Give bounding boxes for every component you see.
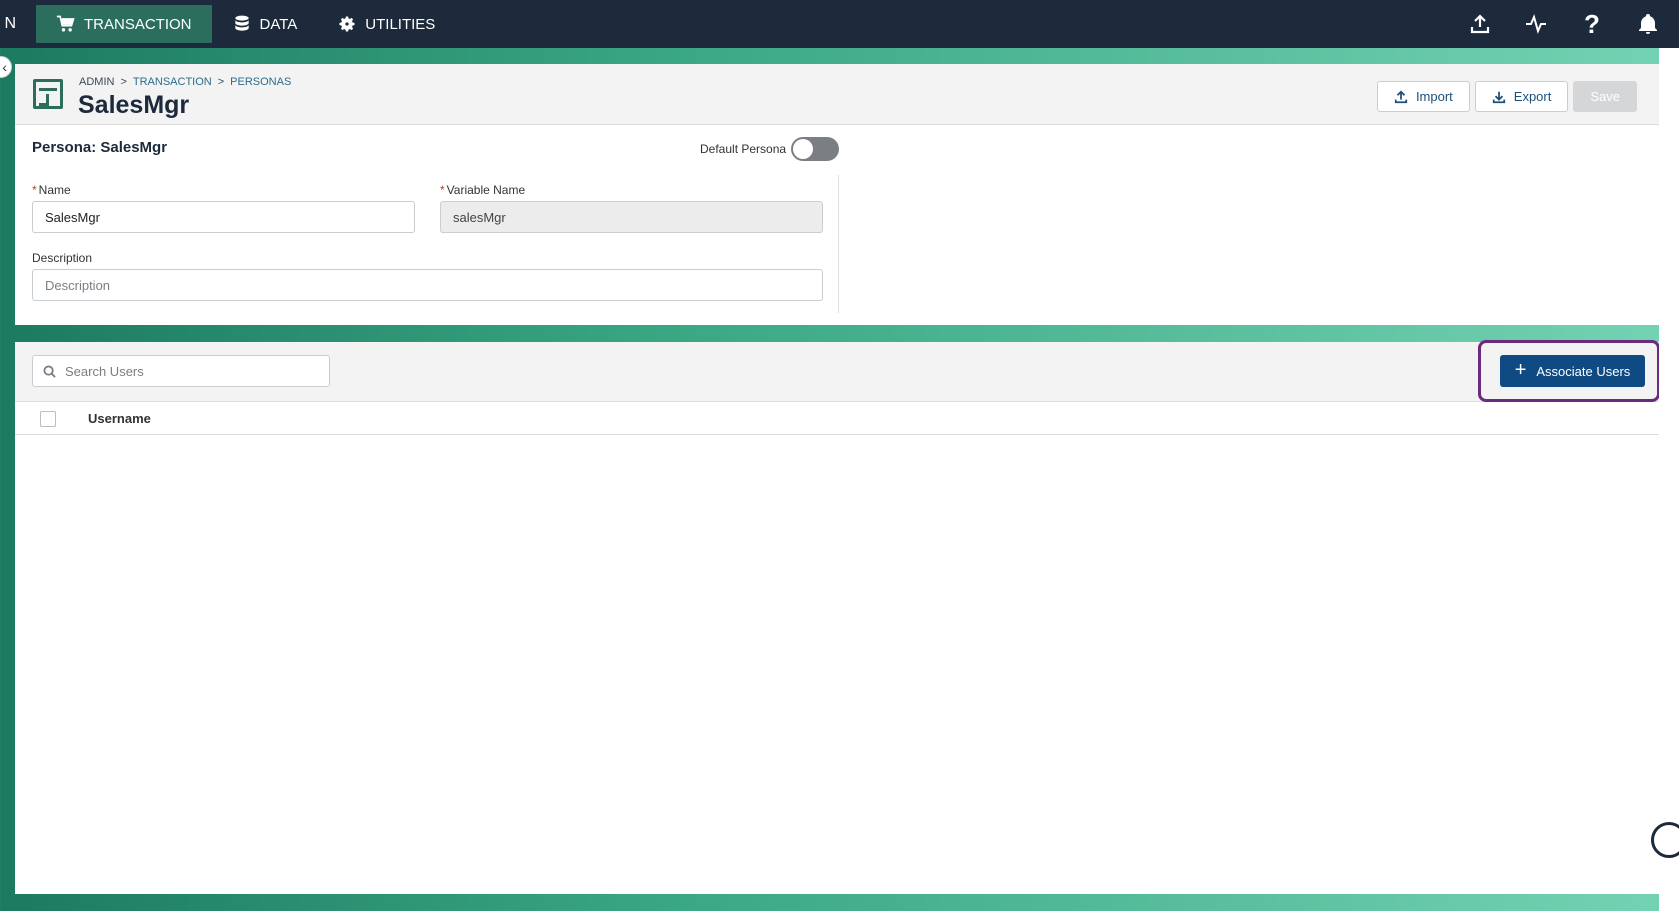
breadcrumb-transaction[interactable]: TRANSACTION <box>133 76 212 88</box>
nav-item-label: UTILITIES <box>365 15 436 33</box>
cart-icon <box>56 15 75 32</box>
header-actions: Import Export Save <box>1376 81 1637 112</box>
database-icon <box>234 15 249 31</box>
import-button[interactable]: Import <box>1376 81 1470 112</box>
breadcrumb: ADMIN > TRANSACTION > PERSONAS <box>79 76 291 88</box>
breadcrumb-personas[interactable]: PERSONAS <box>230 76 291 88</box>
users-table-header: Username <box>15 402 1659 435</box>
column-header-username[interactable]: Username <box>88 411 151 426</box>
nav-item-label: DATA <box>259 15 298 33</box>
save-label: Save <box>1590 89 1620 104</box>
description-field[interactable]: Description <box>32 269 823 301</box>
associate-users-label: Associate Users <box>1536 363 1631 379</box>
name-label-text: Name <box>38 183 71 197</box>
help-glyph: ? <box>1584 9 1600 39</box>
breadcrumb-separator: > <box>120 76 127 88</box>
bell-icon[interactable] <box>1635 11 1661 37</box>
upload-icon <box>1394 90 1408 103</box>
variable-name-field: salesMgr <box>440 201 823 233</box>
search-icon <box>43 364 56 378</box>
page-title: SalesMgr <box>78 91 190 119</box>
save-button[interactable]: Save <box>1573 81 1637 112</box>
required-marker: * <box>32 183 37 197</box>
form-divider <box>838 175 839 313</box>
description-placeholder: Description <box>45 277 111 293</box>
nav-item-label: TRANSACTION <box>84 15 192 33</box>
activity-icon[interactable] <box>1523 11 1549 37</box>
default-persona-toggle[interactable] <box>791 137 839 161</box>
nav-right-icons: ? <box>1467 11 1679 37</box>
users-panel: Search Users + Associate Users Username <box>15 340 1660 894</box>
page-header: ADMIN > TRANSACTION > PERSONAS SalesMgr … <box>15 64 1659 125</box>
select-all-checkbox[interactable] <box>40 411 56 427</box>
variable-name-value: salesMgr <box>453 209 506 225</box>
name-field[interactable]: SalesMgr <box>32 201 415 233</box>
required-marker: * <box>440 183 445 197</box>
associate-users-button[interactable]: + Associate Users <box>1500 355 1645 387</box>
layout-icon <box>33 79 63 109</box>
chat-launcher-icon[interactable] <box>1651 822 1679 858</box>
nav-item-transaction[interactable]: TRANSACTION <box>36 5 212 43</box>
nav-item-utilities[interactable]: UTILITIES <box>317 5 455 43</box>
search-users-input[interactable]: Search Users <box>32 355 330 387</box>
name-label: * Name <box>32 183 71 197</box>
upload-icon[interactable] <box>1467 11 1493 37</box>
name-value: SalesMgr <box>45 209 100 225</box>
nav-item-data[interactable]: DATA <box>212 5 318 43</box>
users-toolbar: Search Users + Associate Users <box>15 340 1660 402</box>
nav-item-truncated[interactable]: N <box>0 15 20 33</box>
search-placeholder: Search Users <box>65 363 144 379</box>
sidebar-collapse-button[interactable]: ‹ <box>0 56 12 78</box>
download-icon <box>1492 91 1505 103</box>
variable-name-label: * Variable Name <box>440 183 525 197</box>
gear-icon <box>339 16 355 32</box>
variable-name-label-text: Variable Name <box>446 183 526 197</box>
export-label: Export <box>1513 89 1552 104</box>
breadcrumb-separator: > <box>217 76 225 88</box>
default-persona-label: Default Persona <box>700 142 787 156</box>
help-icon[interactable]: ? <box>1579 11 1605 37</box>
persona-form: Persona: SalesMgr Default Persona * Name … <box>15 125 1659 325</box>
breadcrumb-admin: ADMIN <box>79 76 115 88</box>
description-label: Description <box>32 251 93 265</box>
plus-icon: + <box>1514 359 1527 381</box>
import-label: Import <box>1415 89 1453 104</box>
top-nav: N TRANSACTION DATA UTILITIES ? <box>0 0 1679 48</box>
export-button[interactable]: Export <box>1474 81 1569 112</box>
right-edge-panel <box>1659 48 1679 911</box>
persona-title: Persona: SalesMgr <box>32 139 168 156</box>
